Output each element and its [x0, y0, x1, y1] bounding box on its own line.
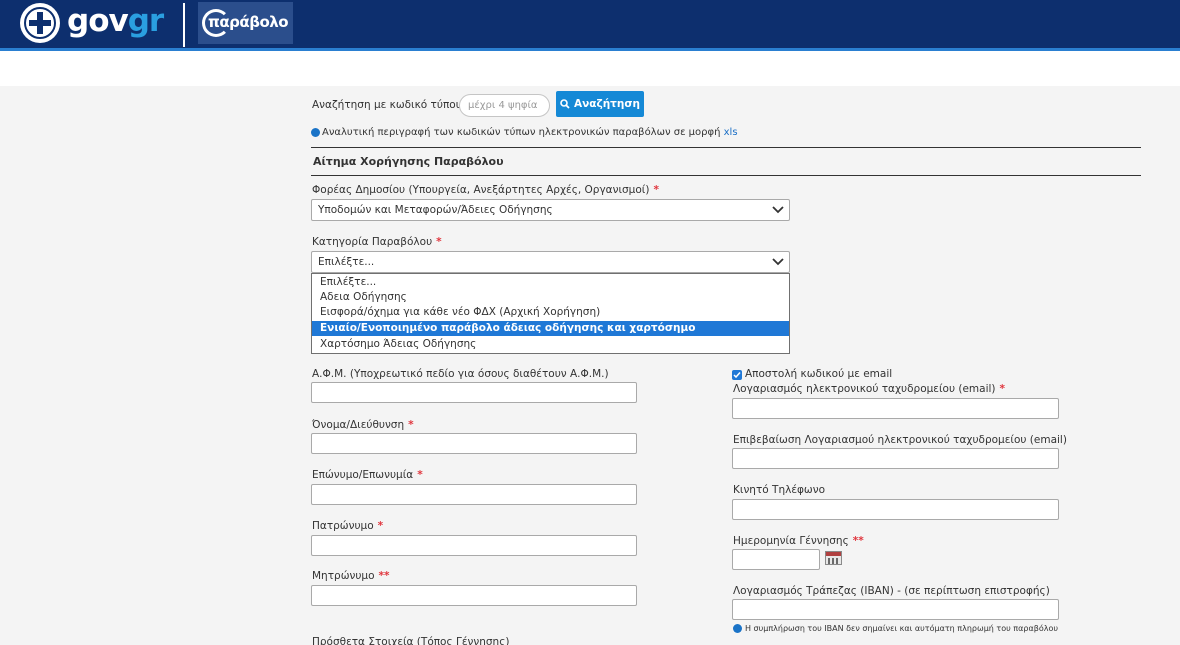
- info-icon: [733, 624, 742, 633]
- govgr-logo[interactable]: govgr: [67, 3, 164, 39]
- last-name-input[interactable]: [311, 484, 637, 505]
- xls-link[interactable]: xls: [724, 127, 738, 138]
- section-divider-bottom: [311, 175, 1141, 176]
- mobile-input[interactable]: [732, 499, 1059, 520]
- category-option[interactable]: Επιλέξτε...: [312, 275, 789, 290]
- category-option[interactable]: Εισφορά/όχημα για κάθε νέο ΦΔΧ (Αρχική Χ…: [312, 305, 789, 320]
- section-divider-top: [311, 147, 1141, 148]
- top-navbar: govgr παράβολο: [0, 0, 1180, 48]
- content-area: [0, 86, 1180, 645]
- iban-note: Η συμπλήρωση του IBAN δεν σημαίνει και α…: [745, 624, 1058, 633]
- father-name-input[interactable]: [311, 535, 637, 556]
- category-select[interactable]: Επιλέξτε...: [311, 251, 790, 273]
- first-name-input[interactable]: [311, 433, 637, 454]
- category-option-highlighted[interactable]: Ενιαίο/Ενοποιημένο παράβολο άδειας οδήγη…: [312, 321, 789, 336]
- afm-input[interactable]: [311, 382, 637, 403]
- category-option[interactable]: Χαρτόσημο Άδειας Οδήγησης: [312, 337, 789, 352]
- father-name-label: Πατρώνυμο *: [312, 520, 384, 532]
- send-code-email-checkbox[interactable]: [732, 370, 742, 380]
- search-label: Αναζήτηση με κωδικό τύπου: [312, 99, 462, 111]
- info-description: Αναλυτική περιγραφή των κωδικών τύπων ηλ…: [322, 127, 738, 138]
- mother-name-input[interactable]: [311, 585, 637, 606]
- calendar-icon[interactable]: [825, 551, 842, 565]
- category-select-value: Επιλέξτε...: [318, 256, 375, 268]
- greek-emblem-logo[interactable]: [20, 3, 60, 43]
- iban-label: Λογαριασμός Τράπεζας (IBAN) - (σε περίπτ…: [733, 585, 1050, 597]
- last-name-label: Επώνυμο/Επωνυμία *: [312, 469, 423, 481]
- afm-label: Α.Φ.Μ. (Υποχρεωτικό πεδίο για όσους διαθ…: [312, 368, 609, 380]
- mobile-label: Κινητό Τηλέφωνο: [733, 484, 826, 496]
- first-name-label: Όνομα/Διεύθυνση *: [312, 419, 414, 431]
- birth-date-label: Ημερομηνία Γέννησης **: [733, 535, 864, 547]
- agency-select-value: Υποδομών και Μεταφορών/Άδειες Οδήγησης: [318, 204, 553, 216]
- logo-divider: [183, 3, 185, 47]
- agency-select[interactable]: Υποδομών και Μεταφορών/Άδειες Οδήγησης: [311, 199, 790, 221]
- category-dropdown-list: Επιλέξτε... Αδεια Οδήγησης Εισφορά/όχημα…: [311, 273, 790, 354]
- header-accent-line: [0, 48, 1180, 51]
- category-label: Κατηγορία Παραβόλου *: [312, 236, 442, 248]
- section-title: Αίτημα Χορήγησης Παραβόλου: [313, 155, 504, 168]
- category-option[interactable]: Αδεια Οδήγησης: [312, 290, 789, 305]
- email-input[interactable]: [732, 398, 1059, 419]
- send-code-email-label: Αποστολή κωδικού με email: [745, 368, 893, 380]
- iban-input[interactable]: [732, 599, 1059, 620]
- email-confirm-input[interactable]: [732, 448, 1059, 469]
- agency-label: Φορέας Δημοσίου (Υπουργεία, Ανεξάρτητες …: [312, 184, 659, 196]
- email-confirm-label: Επιβεβαίωση Λογαριασμού ηλεκτρονικού ταχ…: [733, 434, 1067, 446]
- mother-name-label: Μητρώνυμο **: [312, 570, 390, 582]
- search-button[interactable]: Αναζήτηση: [556, 91, 644, 117]
- search-icon: [560, 99, 570, 109]
- search-button-label: Αναζήτηση: [574, 98, 640, 110]
- type-code-search-input[interactable]: μέχρι 4 ψηφία: [459, 94, 550, 117]
- parabolo-logo[interactable]: παράβολο: [198, 2, 293, 44]
- birth-date-input[interactable]: [732, 549, 820, 570]
- chevron-down-icon: [772, 258, 784, 266]
- info-icon: [311, 128, 320, 137]
- check-icon: [733, 372, 741, 379]
- chevron-down-icon: [772, 206, 784, 214]
- extra-info-label: Πρόσθετα Στοιχεία (Τόπος Γέννησης): [312, 636, 510, 645]
- email-label: Λογαριασμός ηλεκτρονικού ταχυδρομείου (e…: [733, 383, 1006, 395]
